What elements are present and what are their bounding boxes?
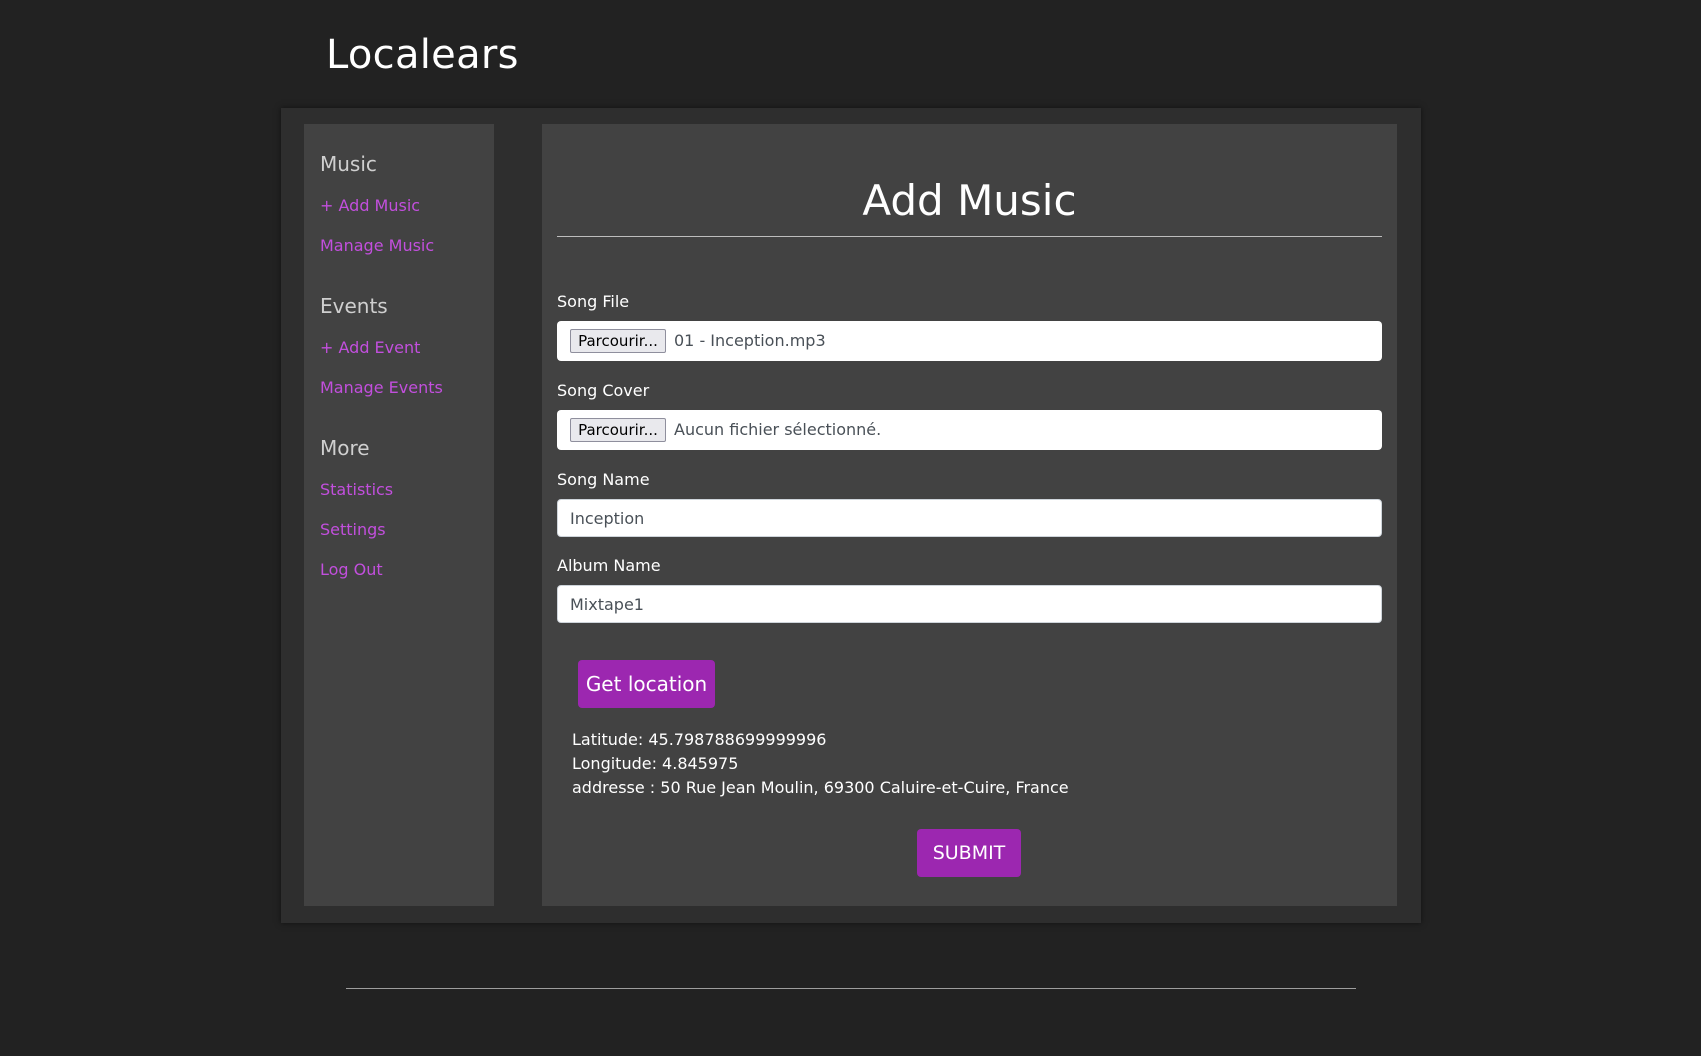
sidebar-link-add-event[interactable]: + Add Event — [320, 338, 420, 357]
song-cover-file-name: Aucun fichier sélectionné. — [674, 420, 882, 439]
song-name-label: Song Name — [557, 470, 650, 489]
sidebar: Music + Add Music Manage Music Events + … — [304, 124, 494, 906]
sidebar-heading-music: Music — [320, 152, 377, 176]
sidebar-heading-more: More — [320, 436, 370, 460]
app-brand-title: Localears — [326, 32, 519, 78]
song-cover-browse-button[interactable]: Parcourir... — [570, 418, 666, 442]
footer-divider — [346, 988, 1356, 989]
sidebar-link-settings[interactable]: Settings — [320, 520, 386, 539]
sidebar-group-events: Events — [320, 294, 388, 318]
sidebar-link-manage-music[interactable]: Manage Music — [320, 236, 434, 255]
song-file-browse-button[interactable]: Parcourir... — [570, 329, 666, 353]
add-music-form: Add Music Song File Parcourir... 01 - In… — [542, 124, 1397, 906]
sidebar-link-log-out[interactable]: Log Out — [320, 560, 383, 579]
page-title: Add Music — [862, 176, 1077, 225]
album-name-input[interactable] — [557, 585, 1382, 623]
latitude-text: Latitude: 45.798788699999996 — [572, 730, 827, 749]
song-file-label: Song File — [557, 292, 630, 311]
content-panel: Music + Add Music Manage Music Events + … — [281, 108, 1421, 923]
sidebar-group-music: Music — [320, 152, 377, 176]
sidebar-link-add-music[interactable]: + Add Music — [320, 196, 420, 215]
address-text: addresse : 50 Rue Jean Moulin, 69300 Cal… — [572, 778, 1069, 797]
longitude-text: Longitude: 4.845975 — [572, 754, 739, 773]
song-cover-input[interactable]: Parcourir... Aucun fichier sélectionné. — [557, 410, 1382, 450]
song-file-name: 01 - Inception.mp3 — [674, 331, 826, 350]
album-name-label: Album Name — [557, 556, 661, 575]
song-cover-label: Song Cover — [557, 381, 650, 400]
get-location-button[interactable]: Get location — [578, 660, 715, 708]
sidebar-group-more: More — [320, 436, 370, 460]
sidebar-link-manage-events[interactable]: Manage Events — [320, 378, 443, 397]
song-name-input[interactable] — [557, 499, 1382, 537]
song-file-input[interactable]: Parcourir... 01 - Inception.mp3 — [557, 321, 1382, 361]
sidebar-heading-events: Events — [320, 294, 388, 318]
title-divider — [557, 236, 1382, 237]
sidebar-link-statistics[interactable]: Statistics — [320, 480, 393, 499]
submit-button[interactable]: SUBMIT — [917, 829, 1021, 877]
